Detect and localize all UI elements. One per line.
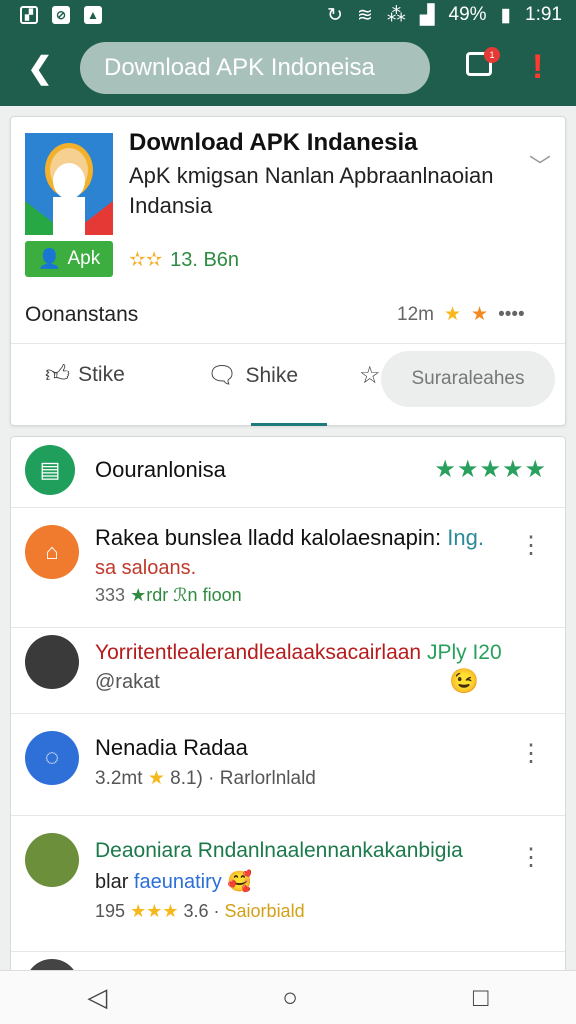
building-icon: ⌂ (25, 525, 79, 579)
list-item[interactable]: ⌂ Rakea bunslea lladd kalolaesnapin: Ing… (11, 517, 565, 617)
list-item[interactable]: ◌ Nenadia Radaa 3.2mt ★ 8.1) · Rarlorlnl… (11, 727, 565, 807)
list-item-subtitle: @rakat (95, 671, 160, 693)
app-icon[interactable] (25, 133, 113, 235)
apk-badge-label: Apk (67, 248, 101, 269)
star-icon: ★ (471, 304, 489, 325)
app-size: 12m (397, 303, 434, 325)
list-item[interactable]: Deaoniara Rndanlnaalennankakanbigia blar… (11, 831, 565, 941)
list-header[interactable]: ▤ Oouranlonisa ★★★★★ (11, 437, 565, 507)
list-header-title: Oouranlonisa (95, 457, 226, 482)
system-nav-bar: ◁ ○ □ (0, 970, 576, 1024)
list-item-title: Deaoniara Rndanlnaalennankakanbigia (95, 839, 463, 862)
avatar (25, 833, 79, 887)
list-item-title: Yorritentlealerandlealaaksacairlaan JPly… (95, 641, 502, 664)
chat-icon: ◌ (25, 731, 79, 785)
vibrate-icon: ⁂ (386, 4, 406, 26)
list-item-subtitle: sa saloans. (95, 557, 197, 579)
screenshot-notification-icon: ▞ (20, 6, 38, 24)
star-icon: ★ (443, 304, 462, 325)
developer-meta: 12m ★ ★ •••• (397, 303, 525, 326)
like-button[interactable]: 👍︎ Stike (45, 361, 125, 389)
app-card: Download APK Indanesia ApK kmigsan Nanla… (10, 116, 566, 426)
url-bar[interactable]: Download APK Indoneisa (80, 42, 430, 94)
signal-icon: ▟ (419, 4, 435, 26)
alert-icon[interactable]: ! (532, 48, 543, 87)
app-subtitle: ApK kmigsan Nanlan Apbraanlnaoian Indans… (129, 163, 494, 218)
chevron-down-icon[interactable]: ﹀ (529, 149, 551, 181)
comment-icon: 🗨︎ (207, 362, 238, 389)
more-dots[interactable]: •••• (498, 304, 525, 326)
sync-icon: ↻ (327, 4, 343, 26)
list-item-title: Nenadia Radaa (95, 735, 248, 760)
list-item-subtitle: blar faeunatiry 🥰 (95, 871, 253, 893)
star-outline-icon: ✫✫ (129, 249, 163, 271)
app-title: Download APK Indanesia (129, 129, 418, 156)
status-bar: ▞ ⊘ ▲ ↻ ≋ ⁂ ▟ 49% ▮ 1:91 (0, 0, 576, 30)
rating-text: 13. B6n (170, 249, 240, 271)
back-nav-icon[interactable]: ◁ (87, 982, 107, 1013)
list-item-title: Rakea bunslea lladd kalolaesnapin: Ing. (95, 525, 484, 550)
url-text: Download APK Indoneisa (104, 54, 375, 81)
back-icon[interactable]: ❮ (18, 46, 62, 90)
save-label: Suraraleahes (411, 368, 525, 389)
thumbs-up-icon: 👍︎ (45, 361, 71, 388)
apk-badge[interactable]: 👤 Apk (25, 241, 113, 277)
list-item-meta: 333 ★rdr ℛn fioon (95, 585, 242, 605)
share-button[interactable]: 🗨︎ Shike (207, 361, 298, 390)
wifi-icon: ≋ (356, 4, 373, 26)
more-vert-icon[interactable]: ⋮ (519, 531, 543, 560)
save-button[interactable]: Suraraleahes (381, 351, 555, 407)
list-item[interactable]: Yorritentlealerandlealaaksacairlaan JPly… (11, 633, 565, 713)
tab-indicator (251, 423, 327, 426)
home-nav-icon[interactable]: ○ (282, 982, 298, 1013)
avatar (25, 635, 79, 689)
rating-stars: ★★★★★ (434, 456, 547, 483)
developer-name: Oonanstans (25, 303, 139, 326)
app-notification-icon: ⊘ (52, 6, 70, 24)
recents-nav-icon[interactable]: □ (473, 982, 489, 1013)
browser-toolbar: ❮ Download APK Indoneisa 1 ! (0, 30, 576, 106)
like-label: Stike (78, 363, 125, 386)
list-item-meta: 195 ★★★ 3.6 · Saiorbiald (95, 901, 305, 921)
tabs-badge: 1 (484, 47, 500, 63)
share-label: Shike (245, 363, 298, 387)
person-icon: 👤 (37, 249, 62, 270)
battery-icon: ▮ (500, 4, 512, 26)
document-icon: ▤ (25, 445, 75, 495)
star-outline-icon[interactable]: ☆ (359, 361, 381, 390)
more-vert-icon[interactable]: ⋮ (519, 843, 543, 872)
review-list: ▤ Oouranlonisa ★★★★★ ⌂ Rakea bunslea lla… (10, 436, 566, 976)
list-item-meta: 3.2mt ★ 8.1) · Rarlorlnlald (95, 768, 316, 789)
clock: 1:91 (525, 4, 562, 25)
rating-line: ✫✫ 13. B6n (129, 247, 239, 272)
emoji-icon: 😉 (449, 668, 479, 695)
battery-percent: 49% (448, 4, 487, 25)
more-vert-icon[interactable]: ⋮ (519, 739, 543, 768)
image-notification-icon: ▲ (84, 6, 102, 24)
